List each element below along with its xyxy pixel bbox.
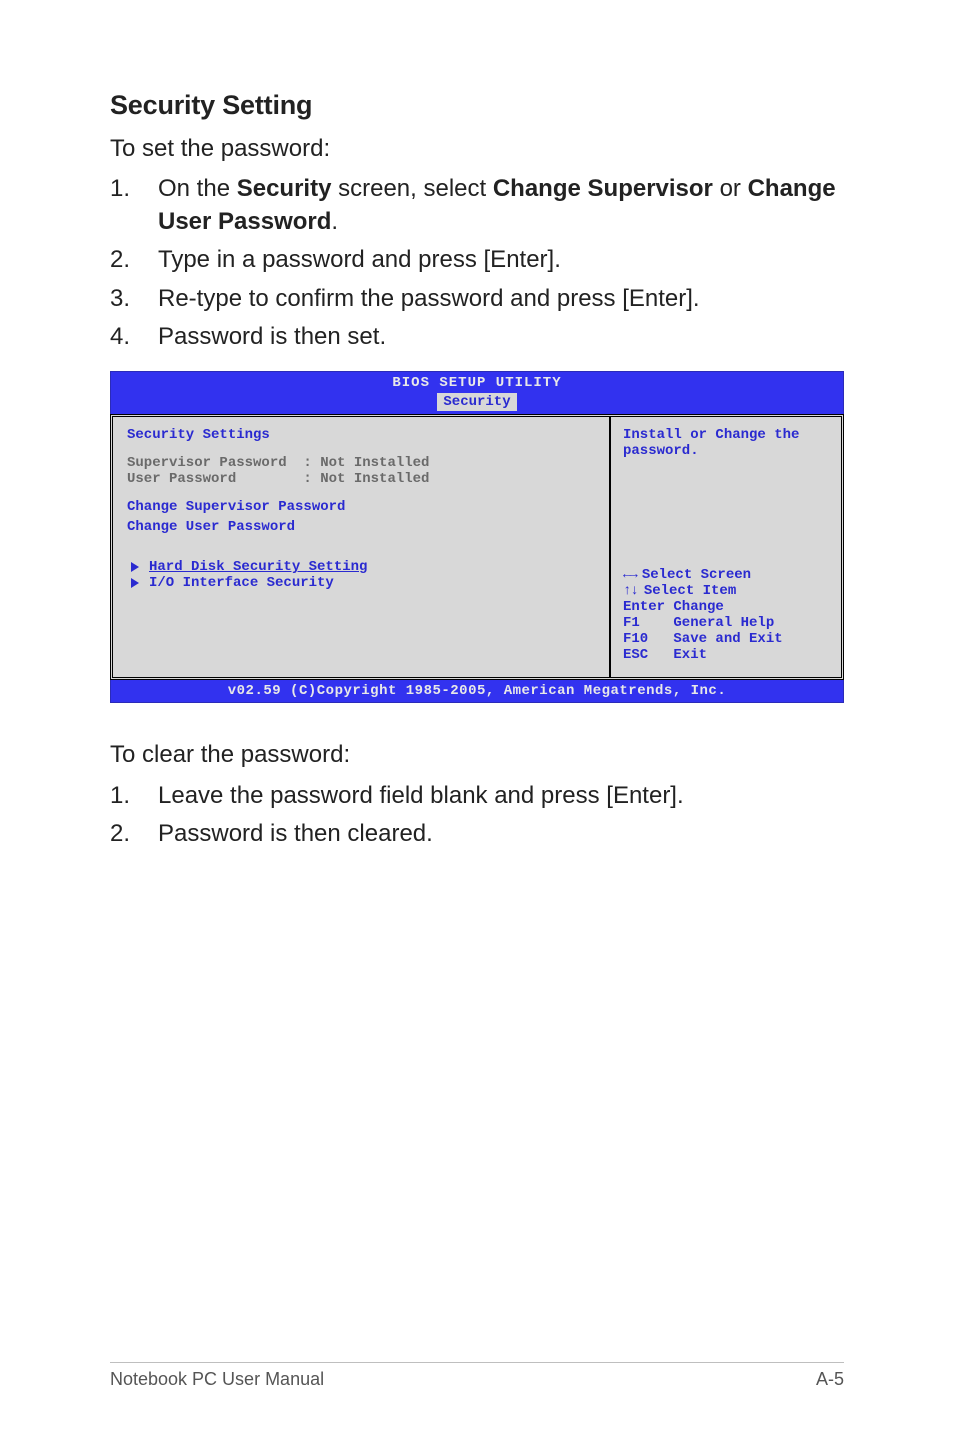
bios-title: BIOS SETUP UTILITY	[110, 371, 844, 392]
step-text: Password is then cleared.	[158, 820, 433, 847]
step-text: Type in a password and press [Enter].	[158, 246, 561, 273]
step-number: 1.	[110, 173, 158, 205]
step-text: Leave the password field blank and press…	[158, 782, 684, 809]
footer-right: A-5	[816, 1369, 844, 1390]
bios-hard-disk-security[interactable]: Hard Disk Security Setting	[127, 559, 595, 575]
page-footer: Notebook PC User Manual A-5	[110, 1362, 844, 1390]
bios-io-interface-security[interactable]: I/O Interface Security	[127, 575, 595, 591]
step-text: .	[331, 208, 338, 235]
list-item: 4.Password is then set.	[110, 321, 844, 353]
bios-section-title: Security Settings	[127, 427, 595, 443]
bios-tab-row: Security	[110, 392, 844, 414]
step-number: 3.	[110, 283, 158, 315]
step-bold: Change Supervisor	[493, 175, 713, 202]
section-heading: Security Setting	[110, 90, 844, 121]
step-text: Password is then set.	[158, 323, 386, 350]
list-item: 1.Leave the password field blank and pre…	[110, 780, 844, 812]
intro-text: To set the password:	[110, 133, 844, 165]
bios-key-help: Select ScreenSelect ItemEnter ChangeF1 G…	[623, 567, 831, 663]
step-text: Re-type to confirm the password and pres…	[158, 285, 700, 312]
list-item: 2.Password is then cleared.	[110, 818, 844, 850]
set-password-steps: 1.On the Security screen, select Change …	[110, 173, 844, 353]
bios-kv-row: User Password : Not Installed	[127, 471, 595, 487]
bios-footer: v02.59 (C)Copyright 1985-2005, American …	[110, 680, 844, 703]
step-text: or	[713, 175, 748, 202]
step-number: 4.	[110, 321, 158, 353]
step-bold: Security	[237, 175, 332, 202]
step-number: 2.	[110, 818, 158, 850]
step-number: 2.	[110, 244, 158, 276]
list-item: 1.On the Security screen, select Change …	[110, 173, 844, 238]
clear-password-steps: 1.Leave the password field blank and pre…	[110, 780, 844, 851]
list-item: 2.Type in a password and press [Enter].	[110, 244, 844, 276]
bios-right-panel: Install or Change the password. Select S…	[611, 417, 841, 677]
bios-screenshot: BIOS SETUP UTILITY Security Security Set…	[110, 371, 844, 703]
footer-left: Notebook PC User Manual	[110, 1369, 324, 1390]
step-text: screen, select	[331, 175, 492, 202]
intro2-text: To clear the password:	[110, 739, 844, 771]
bios-left-panel: Security Settings Supervisor Password : …	[113, 417, 611, 677]
step-number: 1.	[110, 780, 158, 812]
list-item: 3.Re-type to confirm the password and pr…	[110, 283, 844, 315]
bios-kv-row: Supervisor Password : Not Installed	[127, 455, 595, 471]
step-text: On the	[158, 175, 237, 202]
bios-tab-security[interactable]: Security	[437, 393, 516, 411]
bios-help-text: Install or Change the password.	[623, 427, 831, 459]
bios-body: Security Settings Supervisor Password : …	[110, 414, 844, 680]
bios-change-supervisor[interactable]: Change Supervisor Password	[127, 499, 595, 515]
bios-change-user[interactable]: Change User Password	[127, 519, 595, 535]
